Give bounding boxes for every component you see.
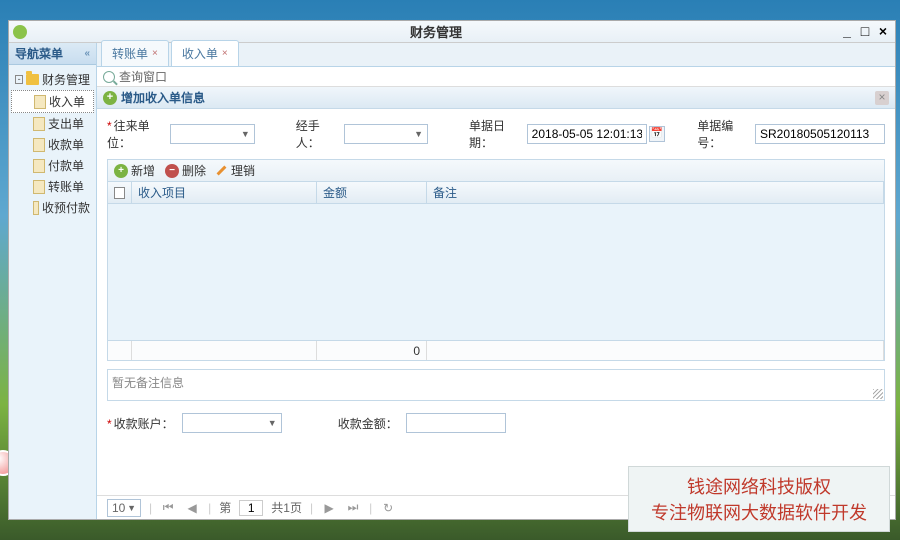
main-content: 转账单× 收入单× 查询窗口 + 增加收入单信息 × 往来单位： ▼ 经手人： …	[97, 43, 895, 519]
doc-icon	[33, 159, 45, 173]
pager-page-label: 第	[219, 499, 231, 516]
pager-first[interactable]: ⏮	[160, 500, 176, 515]
grid-body	[108, 204, 884, 340]
input-docno[interactable]	[755, 124, 885, 144]
pager-last[interactable]: ⏭	[345, 500, 361, 515]
folder-icon	[26, 74, 39, 85]
panel-title: 增加收入单信息	[121, 89, 205, 106]
add-button[interactable]: +新增	[114, 162, 155, 179]
total-amount: 0	[317, 341, 427, 360]
window-title: 财务管理	[33, 22, 839, 41]
banner-line1: 钱途网络科技版权	[651, 473, 867, 499]
chevron-down-icon: ▼	[127, 503, 136, 513]
input-amount[interactable]	[406, 413, 506, 433]
chevron-down-icon: ▼	[414, 129, 423, 139]
tree-item-payment[interactable]: 付款单	[11, 155, 94, 176]
tree-toggle-icon[interactable]: -	[15, 75, 23, 84]
page-size-dropdown[interactable]: 10▼	[107, 499, 141, 517]
app-icon	[13, 25, 27, 39]
delete-icon: −	[165, 164, 179, 178]
maximize-button[interactable]: □	[857, 25, 873, 39]
dropdown-handler[interactable]: ▼	[344, 124, 429, 144]
search-bar[interactable]: 查询窗口	[97, 67, 895, 87]
close-button[interactable]: ×	[875, 25, 891, 39]
tab-close-icon[interactable]: ×	[152, 48, 158, 59]
col-remark[interactable]: 备注	[427, 182, 884, 203]
label-docno: 单据编号：	[697, 117, 747, 151]
tree-item-expense[interactable]: 支出单	[11, 113, 94, 134]
panel-close-icon[interactable]: ×	[875, 91, 889, 105]
label-account: 收款账户：	[107, 415, 174, 432]
label-date: 单据日期：	[469, 117, 519, 151]
label-unit: 往来单位：	[107, 117, 162, 151]
doc-icon	[33, 117, 45, 131]
pager-prev[interactable]: ◀	[184, 501, 200, 515]
col-amount[interactable]: 金额	[317, 182, 427, 203]
minimize-button[interactable]: _	[839, 25, 855, 39]
remark-textarea[interactable]: 暂无备注信息	[107, 369, 885, 401]
tree-item-transfer[interactable]: 转账单	[11, 176, 94, 197]
edit-button[interactable]: 理销	[216, 162, 255, 179]
grid-footer: 0	[108, 340, 884, 360]
calendar-icon[interactable]: 📅	[649, 126, 665, 142]
tab-income[interactable]: 收入单×	[171, 40, 239, 66]
panel-header: + 增加收入单信息 ×	[97, 87, 895, 109]
add-icon: +	[114, 164, 128, 178]
chevron-down-icon: ▼	[241, 129, 250, 139]
tree-item-receipt[interactable]: 收款单	[11, 134, 94, 155]
plus-icon: +	[103, 91, 117, 105]
doc-icon	[33, 180, 45, 194]
pager-total: 共1页	[271, 499, 302, 516]
pager-page-input[interactable]	[239, 500, 263, 516]
sidebar-header: 导航菜单 «	[9, 43, 96, 65]
grid-header: 收入项目 金额 备注	[108, 182, 884, 204]
pager-next[interactable]: ▶	[321, 501, 337, 515]
chevron-down-icon: ▼	[268, 418, 277, 428]
sidebar: 导航菜单 « - 财务管理 收入单 支出单 收款单 付款单 转账单 收预付款	[9, 43, 97, 519]
form-row-1: 往来单位： ▼ 经手人： ▼ 单据日期： 📅 单据编号：	[97, 109, 895, 159]
nav-tree: - 财务管理 收入单 支出单 收款单 付款单 转账单 收预付款	[9, 65, 96, 222]
search-icon	[103, 71, 115, 83]
tab-close-icon[interactable]: ×	[222, 48, 228, 59]
checkbox-all[interactable]	[114, 187, 125, 199]
search-placeholder: 查询窗口	[119, 68, 167, 85]
label-amount: 收款金额：	[338, 415, 398, 432]
doc-icon	[33, 201, 39, 215]
banner-line2: 专注物联网大数据软件开发	[651, 499, 867, 525]
grid-toolbar: +新增 −删除 理销	[107, 159, 885, 181]
pager-refresh[interactable]: ↻	[380, 501, 396, 515]
detail-grid: 收入项目 金额 备注 0	[107, 181, 885, 361]
input-date[interactable]	[527, 124, 647, 144]
collapse-icon[interactable]: «	[84, 48, 90, 59]
col-item[interactable]: 收入项目	[132, 182, 317, 203]
tabbar: 转账单× 收入单×	[97, 43, 895, 67]
pencil-icon	[216, 165, 228, 177]
doc-icon	[34, 95, 46, 109]
main-window: 财务管理 _ □ × 导航菜单 « - 财务管理 收入单 支出单 收款单 付款单	[8, 20, 896, 520]
tree-root-label: 财务管理	[42, 71, 90, 88]
tree-item-income[interactable]: 收入单	[11, 90, 94, 113]
tree-root-finance[interactable]: - 财务管理	[11, 69, 94, 90]
label-handler: 经手人：	[296, 117, 336, 151]
form-row-2: 收款账户： ▼ 收款金额：	[97, 405, 895, 441]
dropdown-account[interactable]: ▼	[182, 413, 282, 433]
tree-item-prepay[interactable]: 收预付款	[11, 197, 94, 218]
sidebar-title: 导航菜单	[15, 45, 63, 62]
doc-icon	[33, 138, 45, 152]
delete-button[interactable]: −删除	[165, 162, 206, 179]
tab-transfer[interactable]: 转账单×	[101, 40, 169, 66]
copyright-banner: 钱途网络科技版权 专注物联网大数据软件开发	[628, 466, 890, 532]
dropdown-unit[interactable]: ▼	[170, 124, 255, 144]
